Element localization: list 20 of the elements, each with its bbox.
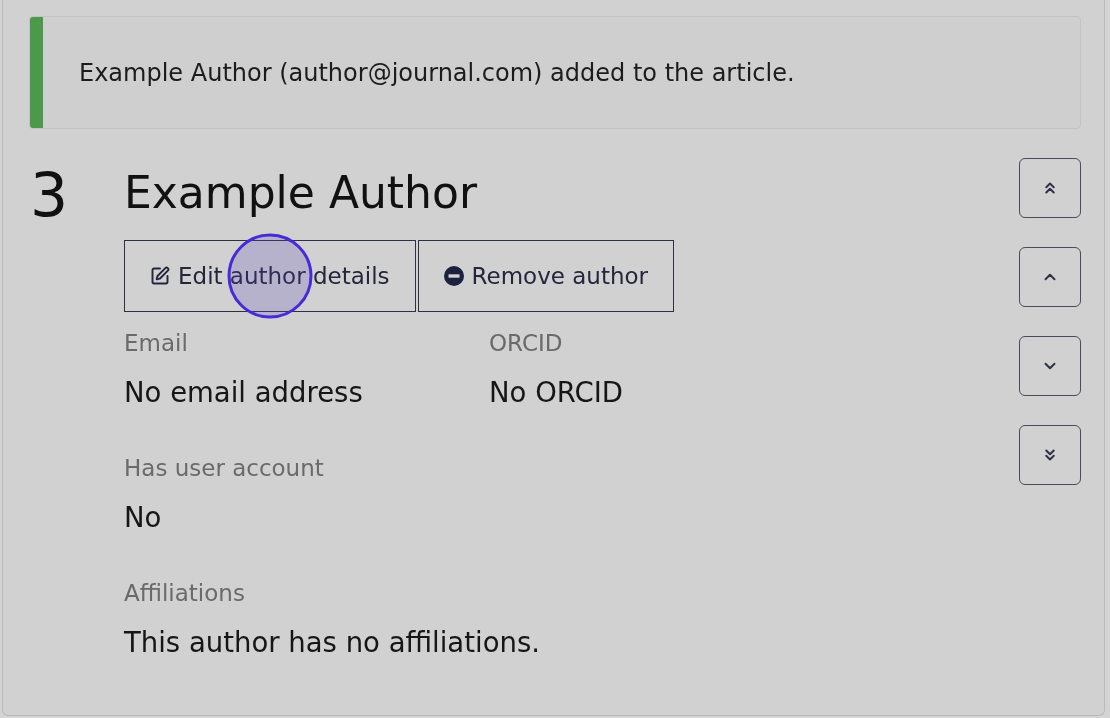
field-value: This author has no affiliations.: [124, 625, 540, 660]
field-label: Email: [124, 329, 188, 358]
notification-message: Example Author (author@journal.com) added to the article.: [79, 57, 795, 89]
field-label: ORCID: [489, 329, 563, 358]
field-value: No ORCID: [489, 375, 623, 410]
minus-circle-icon: [443, 266, 464, 286]
field-value: No email address: [124, 375, 363, 410]
edit-author-button[interactable]: Edit author details: [124, 240, 416, 312]
move-up-button[interactable]: [1019, 247, 1081, 307]
remove-author-button[interactable]: Remove author: [417, 240, 675, 312]
click-indicator-icon: [227, 233, 313, 319]
edit-icon: [150, 266, 170, 286]
field-label: Has user account: [124, 454, 324, 483]
move-down-button[interactable]: [1019, 336, 1081, 396]
field-label: Affiliations: [124, 579, 245, 608]
author-number: 3: [29, 159, 70, 231]
author-name: Example Author: [124, 166, 477, 220]
move-bottom-button[interactable]: [1019, 425, 1081, 485]
field-value: No: [124, 500, 162, 535]
move-top-button[interactable]: [1019, 158, 1081, 218]
